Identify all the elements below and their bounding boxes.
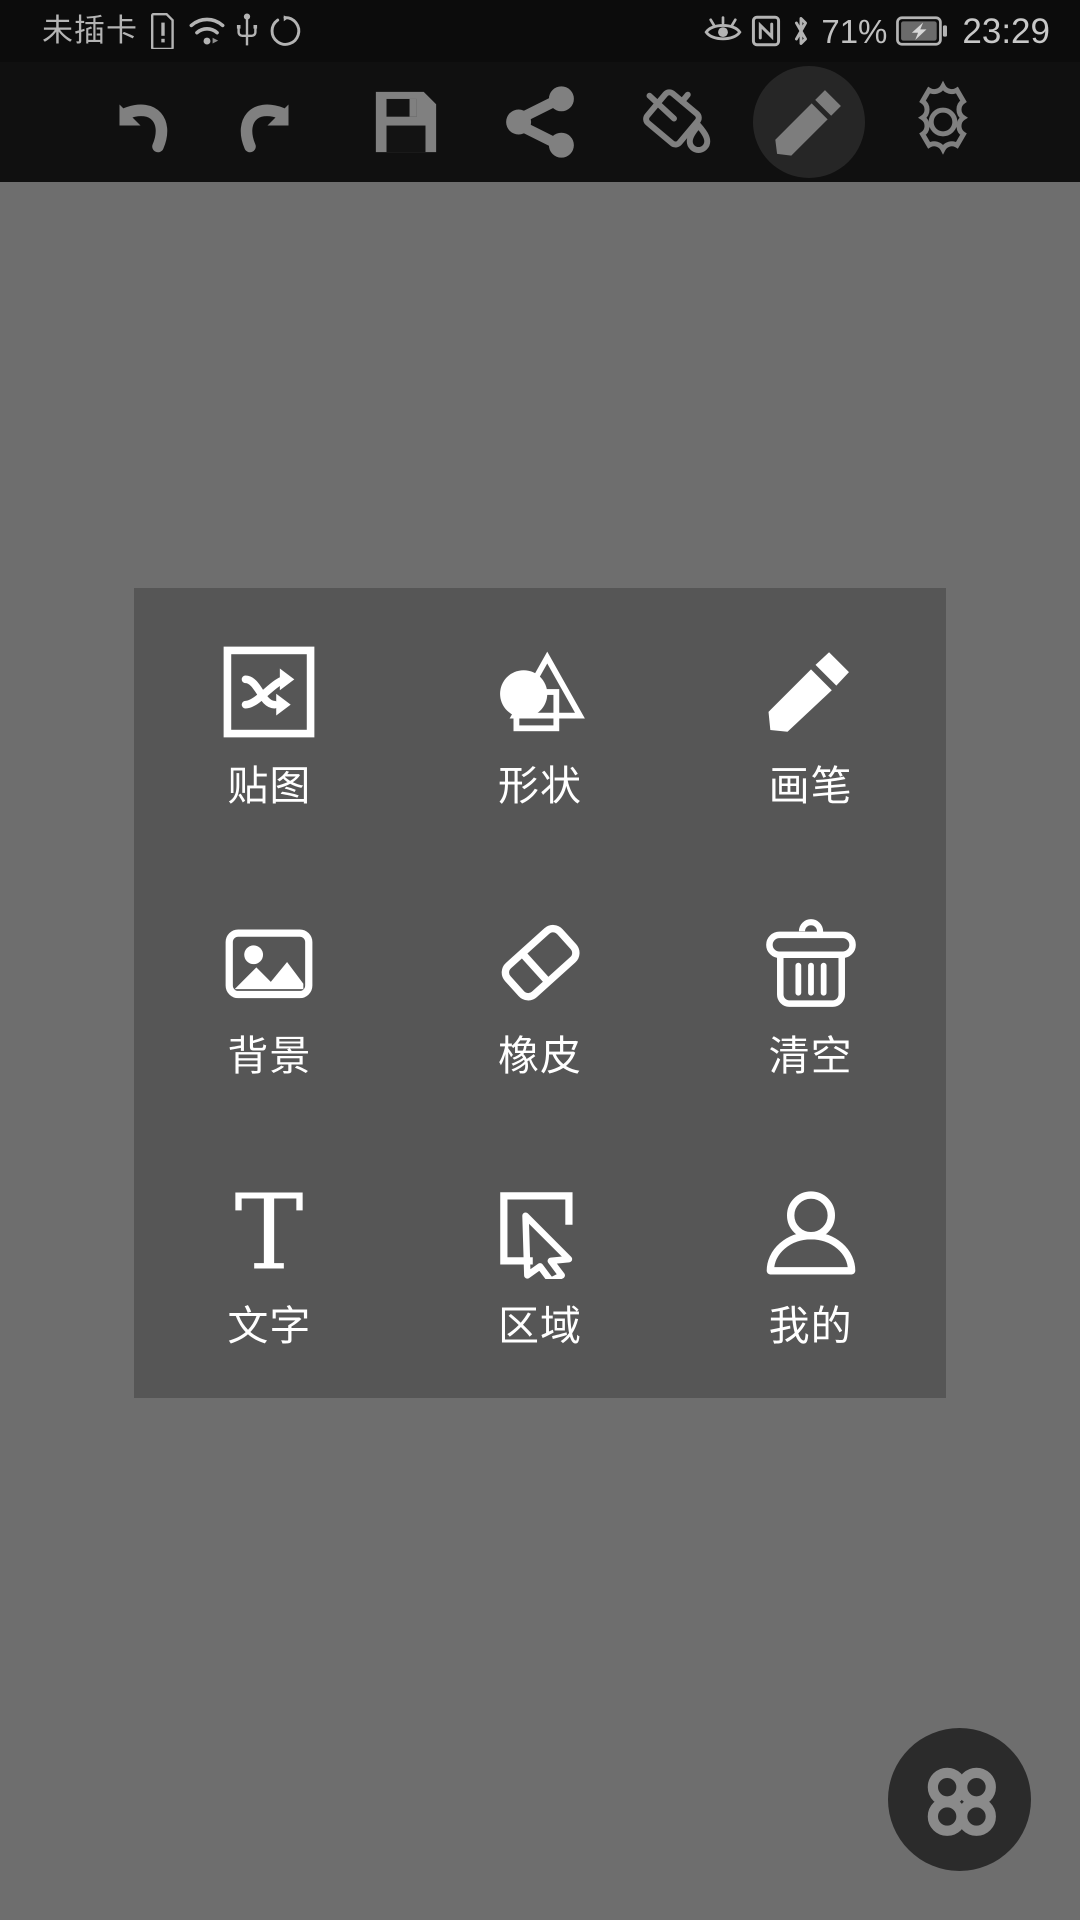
trash-icon [759, 910, 863, 1014]
image-icon [217, 910, 321, 1014]
tool-eraser[interactable]: 橡皮 [405, 858, 676, 1128]
eraser-icon [488, 910, 592, 1014]
four-dots-icon [927, 1767, 996, 1836]
usb-icon [236, 13, 258, 46]
tool-text[interactable]: T 文字 [134, 1128, 405, 1398]
sim-alert-icon [151, 13, 174, 49]
pen-button[interactable] [752, 66, 865, 178]
tool-sticker[interactable]: 贴图 [134, 588, 405, 858]
pencil-icon [774, 90, 841, 156]
save-button[interactable] [350, 66, 462, 178]
share-button[interactable] [484, 66, 596, 178]
redo-button[interactable] [215, 66, 327, 178]
editor-toolbar [0, 62, 1080, 182]
status-bar-left: 未插卡 [24, 13, 302, 49]
eye-comfort-icon [704, 16, 742, 41]
nfc-icon [752, 15, 781, 47]
rotate-icon [270, 15, 301, 46]
battery-percent-label: 71% [821, 12, 888, 50]
tool-label: 区域 [497, 1301, 582, 1350]
tool-label: 形状 [497, 761, 582, 810]
fill-button[interactable] [618, 66, 730, 178]
person-icon [759, 1180, 863, 1284]
sticker-shuffle-icon [217, 640, 321, 744]
tool-label: 文字 [227, 1301, 312, 1350]
tool-label: 橡皮 [497, 1031, 582, 1080]
tool-label: 我的 [768, 1301, 853, 1350]
tool-clear[interactable]: 清空 [675, 858, 946, 1128]
select-area-icon [488, 1180, 592, 1284]
undo-icon [119, 104, 168, 153]
tool-panel: 贴图 形状 画笔 背景 橡皮 清空 T 文字 区域 我的 [134, 588, 946, 1398]
tool-brush[interactable]: 画笔 [675, 588, 946, 858]
floating-assistive-button[interactable] [888, 1728, 1031, 1871]
carrier-label: 未插卡 [42, 12, 138, 49]
tool-area-select[interactable]: 区域 [405, 1128, 676, 1398]
pencil-icon [759, 640, 863, 744]
redo-icon [241, 104, 289, 153]
gear-icon [917, 80, 968, 155]
tool-profile[interactable]: 我的 [675, 1128, 946, 1398]
status-bar-right: 71% 23:29 [704, 14, 1056, 49]
settings-button[interactable] [887, 66, 999, 178]
tool-background[interactable]: 背景 [134, 858, 405, 1128]
share-icon [506, 86, 574, 158]
text-t-icon: T [217, 1180, 321, 1284]
bluetooth-icon [795, 17, 808, 45]
tool-label: 贴图 [227, 761, 312, 810]
status-bar: 未插卡 71% 23:29 [0, 0, 1080, 62]
tool-shape[interactable]: 形状 [405, 588, 676, 858]
undo-button[interactable] [81, 66, 193, 178]
save-icon [375, 91, 436, 153]
wifi-icon [189, 17, 225, 45]
svg-text:T: T [235, 1182, 304, 1282]
shapes-icon [488, 640, 592, 744]
battery-charging-icon [896, 16, 948, 46]
paint-bucket-icon [643, 89, 711, 153]
clock-label: 23:29 [962, 11, 1050, 51]
tool-label: 背景 [227, 1031, 312, 1080]
tool-label: 清空 [768, 1031, 853, 1080]
tool-label: 画笔 [768, 761, 853, 810]
